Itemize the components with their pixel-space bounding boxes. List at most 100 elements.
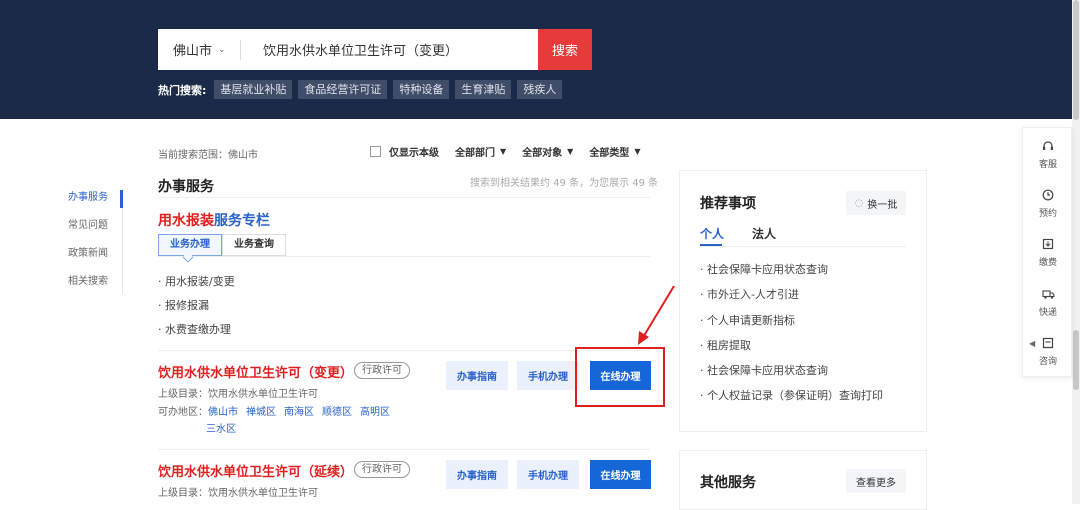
type-filter[interactable]: 全部类型 ▼ [589,144,640,159]
section-title: 办事服务 [158,179,214,195]
department-filter-label: 全部部门 [455,148,495,159]
left-nav-item-services[interactable]: 办事服务 [68,190,108,218]
column-title-blue: 服务专栏 [214,213,270,229]
left-nav-active-indicator [120,190,123,208]
clock-icon [1023,189,1073,204]
divider [700,246,906,247]
left-nav-item-news[interactable]: 政策新闻 [68,246,108,274]
list-item[interactable]: · 个人申请更新指标 [700,313,883,338]
list-item[interactable]: · 用水报装/变更 [158,274,235,298]
float-label: 咨询 [1038,357,1057,367]
region-link[interactable]: 南海区 [284,407,314,418]
list-item[interactable]: · 社会保障卡应用状态查询 [700,262,883,287]
online-button[interactable]: 在线办理 [590,460,651,489]
target-filter[interactable]: 全部对象 ▼ [522,144,573,159]
tab-personal[interactable]: 个人 [700,225,724,242]
column-item-list: · 用水报装/变更 · 报修报漏 · 水费查缴办理 [158,274,235,346]
hot-tag[interactable]: 特种设备 [393,80,450,99]
hot-search-label: 热门搜索: [158,83,207,97]
hot-tag[interactable]: 生育津贴 [455,80,512,99]
list-item[interactable]: · 市外迁入-人才引进 [700,287,883,312]
left-nav-item-faq[interactable]: 常见问题 [68,218,108,246]
float-label: 客服 [1038,160,1057,170]
region-link[interactable]: 佛山市 [208,407,238,418]
recommend-tabs: 个人 法人 [700,225,776,242]
left-nav-item-related[interactable]: 相关搜索 [68,274,108,302]
only-this-level-label: 仅显示本级 [389,148,439,159]
scrollbar-thumb[interactable] [1073,0,1079,120]
tab-legal-person[interactable]: 法人 [752,225,776,242]
view-more-button[interactable]: 查看更多 [846,469,906,493]
list-item-label: 社会保障卡应用状态查询 [707,364,828,378]
list-item-label: 用水报装/变更 [165,275,235,288]
float-label: 快递 [1038,308,1057,318]
mobile-button[interactable]: 手机办理 [517,460,579,489]
search-bar: 佛山市 ⌄ 饮用水供水单位卫生许可（变更） [158,29,592,70]
only-this-level-toggle[interactable]: 仅显示本级 [370,144,439,159]
guide-button[interactable]: 办事指南 [446,361,508,390]
region-link[interactable]: 高明区 [360,407,390,418]
column-tabs: 业务办理 业务查询 [158,234,286,256]
result-parent: 上级目录：饮用水供水单位卫生许可 [158,389,318,400]
customer-service-button[interactable]: 客服 [1023,140,1073,170]
filter-bar: 仅显示本级 全部部门 ▼ 全部对象 ▼ 全部类型 ▼ [370,144,640,159]
chevron-down-icon: ▼ [567,147,574,156]
scrollbar-thumb[interactable] [1073,330,1079,390]
result-parent: 上级目录：饮用水供水单位卫生许可 [158,488,318,499]
payment-button[interactable]: 缴费 [1023,238,1073,268]
collapse-caret-icon[interactable]: ◀ [1029,339,1035,348]
result-title[interactable]: 饮用水供水单位卫生许可（延续） [158,461,353,480]
department-filter[interactable]: 全部部门 ▼ [455,144,506,159]
result-regions: 可办地区：佛山市 禅城区 南海区 顺德区 高明区三水区 [158,404,418,438]
guide-button[interactable]: 办事指南 [446,460,508,489]
result-badge: 行政许可 [354,461,410,478]
region-link[interactable]: 三水区 [206,424,236,435]
hot-searches: 热门搜索: 基层就业补贴 食品经营许可证 特种设备 生育津贴 残疾人 [158,80,563,99]
chevron-down-icon: ▼ [634,147,641,156]
region-label: 可办地区： [158,407,208,418]
list-item[interactable]: · 租房提取 [700,338,883,363]
divider [158,449,650,450]
truck-icon [1023,288,1073,303]
float-label: 缴费 [1038,258,1057,268]
divider [158,256,650,257]
express-button[interactable]: 快递 [1023,288,1073,318]
refresh-icon: ◌ [854,197,864,209]
list-item-label: 社会保障卡应用状态查询 [707,263,828,276]
city-select[interactable]: 佛山市 ⌄ [158,40,240,59]
result-badge: 行政许可 [354,362,410,379]
type-filter-label: 全部类型 [589,148,630,159]
annotation-arrow-icon [638,285,675,345]
tab-business-query[interactable]: 业务查询 [222,234,286,256]
highlight-box [575,347,665,407]
refresh-button[interactable]: ◌ 换一批 [846,191,906,215]
page-scrollbar[interactable] [1072,0,1080,504]
region-link[interactable]: 禅城区 [246,407,276,418]
checkbox[interactable] [370,146,381,157]
float-label: 预约 [1038,209,1057,219]
list-item[interactable]: · 社会保障卡应用状态查询 [700,363,883,388]
target-filter-label: 全部对象 [522,148,563,159]
hot-tag[interactable]: 残疾人 [517,80,563,99]
column-title-red: 用水报装 [158,213,214,229]
list-item[interactable]: · 个人权益记录（参保证明）查询打印 [700,388,883,413]
refresh-label: 换一批 [867,199,898,211]
tab-underline [700,244,722,246]
mobile-button[interactable]: 手机办理 [517,361,579,390]
left-nav: 办事服务 常见问题 政策新闻 相关搜索 [68,190,108,302]
list-item-label: 市外迁入-人才引进 [707,288,799,302]
hot-tag[interactable]: 食品经营许可证 [298,80,388,99]
list-item[interactable]: · 报修报漏 [158,298,235,322]
divider [158,197,650,198]
result-title[interactable]: 饮用水供水单位卫生许可（变更） [158,362,353,381]
column-title: 用水报装服务专栏 [158,210,270,230]
hot-tag[interactable]: 基层就业补贴 [214,80,293,99]
region-link[interactable]: 顺德区 [322,407,352,418]
list-item[interactable]: · 水费查缴办理 [158,322,235,346]
search-button[interactable]: 搜索 [538,29,592,70]
headset-icon [1023,140,1073,155]
appointment-button[interactable]: 预约 [1023,189,1073,219]
search-input[interactable]: 饮用水供水单位卫生许可（变更） [241,40,562,59]
list-item-label: 个人权益记录（参保证明）查询打印 [707,389,883,403]
list-item-label: 租房提取 [707,338,751,352]
